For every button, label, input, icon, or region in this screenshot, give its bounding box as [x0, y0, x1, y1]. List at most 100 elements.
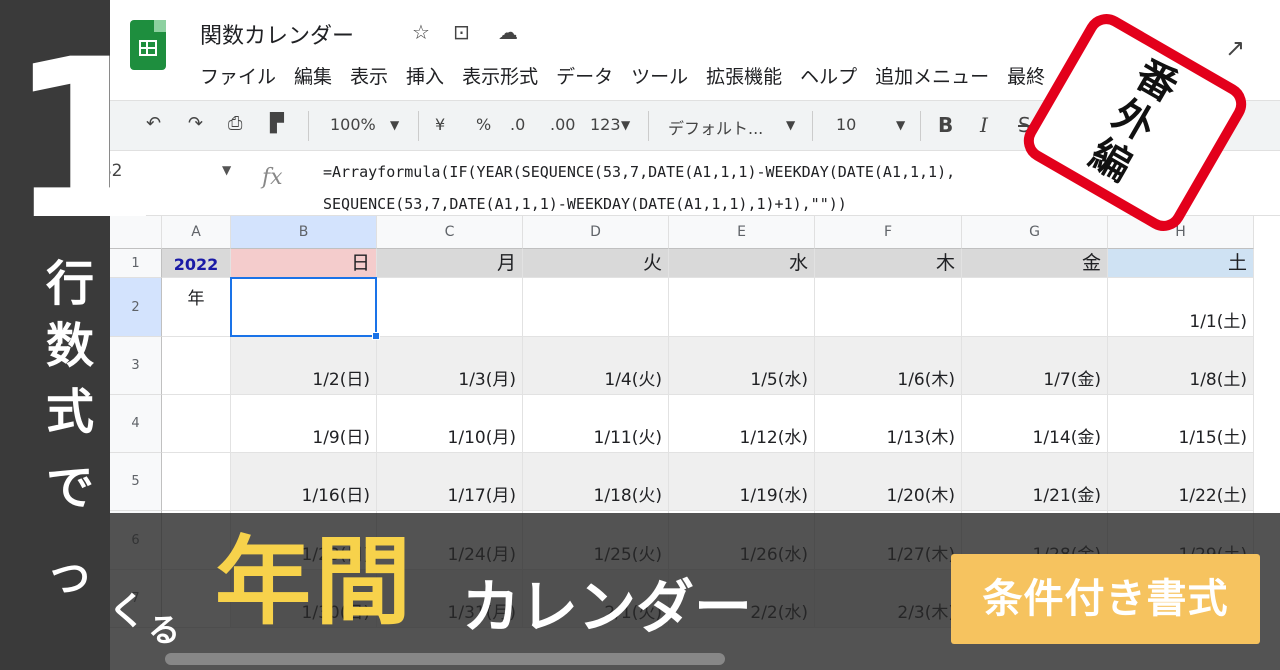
- font-size-select[interactable]: 10: [836, 115, 856, 134]
- date-cell[interactable]: 1/21(金): [962, 453, 1108, 511]
- menu-item[interactable]: 追加メニュー: [875, 62, 989, 89]
- date-cell[interactable]: 1/9(日): [231, 395, 377, 453]
- weekday-header-cell[interactable]: 水: [669, 249, 815, 278]
- date-cell[interactable]: 1/22(土): [1108, 453, 1254, 511]
- percent-button[interactable]: %: [476, 115, 491, 134]
- date-cell[interactable]: 1/12(水): [669, 395, 815, 453]
- menu-item[interactable]: 表示形式: [462, 62, 538, 89]
- row-header[interactable]: 3: [110, 337, 162, 395]
- bold-button[interactable]: B: [938, 113, 953, 137]
- year-cell[interactable]: 2022: [162, 249, 231, 278]
- italic-button[interactable]: I: [980, 113, 988, 137]
- menu-item[interactable]: データ: [556, 62, 613, 89]
- date-cell[interactable]: 1/17(月): [377, 453, 523, 511]
- menu-item[interactable]: 表示: [350, 62, 388, 89]
- year-unit-cell[interactable]: 年: [162, 278, 231, 337]
- weekday-header-cell[interactable]: 木: [815, 249, 962, 278]
- cell-text: 2022: [173, 255, 219, 274]
- menu-item[interactable]: ファイル: [200, 62, 276, 89]
- column-header[interactable]: E: [669, 216, 815, 249]
- date-cell[interactable]: 1/2(日): [231, 337, 377, 395]
- date-cell[interactable]: 1/6(木): [815, 337, 962, 395]
- date-cell[interactable]: 1/18(火): [523, 453, 669, 511]
- print-icon[interactable]: ⎙: [228, 113, 242, 134]
- date-cell[interactable]: 1/16(日): [231, 453, 377, 511]
- horizontal-scrollbar[interactable]: [165, 653, 725, 665]
- chevron-down-icon[interactable]: ▼: [621, 118, 630, 132]
- zoom-select[interactable]: 100%: [330, 115, 376, 134]
- chevron-down-icon[interactable]: ▼: [390, 118, 399, 132]
- weekday-header-cell[interactable]: 月: [377, 249, 523, 278]
- more-formats-button[interactable]: 123: [590, 115, 621, 134]
- chevron-down-icon[interactable]: ▼: [896, 118, 905, 132]
- formula-line-2[interactable]: SEQUENCE(53,7,DATE(A1,1,1)-WEEKDAY(DATE(…: [323, 195, 847, 213]
- redo-icon[interactable]: ↷: [188, 113, 203, 134]
- weekday-header-cell[interactable]: 金: [962, 249, 1108, 278]
- row-header[interactable]: 2: [110, 278, 162, 337]
- cell-text: 1/21(金): [1032, 486, 1101, 506]
- date-cell[interactable]: 1/3(月): [377, 337, 523, 395]
- date-cell[interactable]: 1/8(土): [1108, 337, 1254, 395]
- empty-cell[interactable]: [162, 453, 231, 511]
- menu-item[interactable]: 最終: [1007, 62, 1045, 89]
- cell-text: 1/20(木): [886, 486, 955, 506]
- date-cell[interactable]: 1/19(水): [669, 453, 815, 511]
- document-title[interactable]: 関数カレンダー: [200, 18, 354, 50]
- empty-cell[interactable]: [162, 337, 231, 395]
- date-cell[interactable]: [962, 278, 1108, 337]
- font-select[interactable]: デフォルト...: [668, 115, 763, 139]
- menu-item[interactable]: 拡張機能: [706, 62, 782, 89]
- date-cell[interactable]: 1/5(水): [669, 337, 815, 395]
- date-cell[interactable]: 1/13(木): [815, 395, 962, 453]
- date-cell[interactable]: 1/1(土): [1108, 278, 1254, 337]
- active-cell-selection[interactable]: [230, 277, 380, 340]
- formula-line-1[interactable]: =Arrayformula(IF(YEAR(SEQUENCE(53,7,DATE…: [323, 163, 955, 181]
- date-cell[interactable]: 1/15(土): [1108, 395, 1254, 453]
- move-folder-icon[interactable]: ⊡: [453, 20, 470, 44]
- chevron-down-icon[interactable]: ▼: [786, 118, 795, 132]
- weekday-header-cell[interactable]: 火: [523, 249, 669, 278]
- cell-text: 火: [642, 252, 662, 274]
- increase-decimal-button[interactable]: .00: [550, 115, 575, 134]
- date-cell[interactable]: 1/10(月): [377, 395, 523, 453]
- star-icon[interactable]: ☆: [412, 20, 430, 44]
- menu-item[interactable]: 挿入: [406, 62, 444, 89]
- weekday-header-cell[interactable]: 日: [231, 249, 377, 278]
- date-cell[interactable]: [523, 278, 669, 337]
- cell-text: 1/7(金): [1043, 370, 1101, 390]
- weekday-header-cell[interactable]: 土: [1108, 249, 1254, 278]
- column-header[interactable]: C: [377, 216, 523, 249]
- date-cell[interactable]: [815, 278, 962, 337]
- cell-text: 年: [187, 289, 205, 309]
- empty-cell[interactable]: [162, 395, 231, 453]
- cell-text: 水: [788, 252, 808, 274]
- menu-item[interactable]: ヘルプ: [800, 62, 857, 89]
- date-cell[interactable]: [377, 278, 523, 337]
- banner-char: る: [148, 611, 181, 649]
- cloud-status-icon[interactable]: ☁: [498, 20, 518, 44]
- banner-highlight-text: 年間: [215, 526, 415, 638]
- date-cell[interactable]: 1/7(金): [962, 337, 1108, 395]
- column-header[interactable]: B: [231, 216, 377, 249]
- date-cell[interactable]: 1/14(金): [962, 395, 1108, 453]
- decrease-decimal-button[interactable]: .0: [510, 115, 525, 134]
- column-header[interactable]: G: [962, 216, 1108, 249]
- column-header[interactable]: D: [523, 216, 669, 249]
- date-cell[interactable]: 1/11(火): [523, 395, 669, 453]
- column-header[interactable]: F: [815, 216, 962, 249]
- paint-format-icon[interactable]: ▛: [270, 113, 284, 134]
- activity-trend-icon[interactable]: ↗: [1225, 34, 1245, 62]
- date-cell[interactable]: 1/4(火): [523, 337, 669, 395]
- date-cell[interactable]: 1/20(木): [815, 453, 962, 511]
- currency-button[interactable]: ¥: [435, 115, 445, 134]
- chevron-down-icon[interactable]: ▼: [222, 163, 231, 177]
- cell-text: 1/3(月): [458, 370, 516, 390]
- column-header[interactable]: A: [162, 216, 231, 249]
- menu-item[interactable]: 編集: [294, 62, 332, 89]
- menu-item[interactable]: ツール: [631, 62, 688, 89]
- date-cell[interactable]: [669, 278, 815, 337]
- function-icon: fx: [262, 165, 283, 190]
- row-header[interactable]: 5: [110, 453, 162, 511]
- fill-handle[interactable]: [372, 332, 380, 340]
- row-header[interactable]: 4: [110, 395, 162, 453]
